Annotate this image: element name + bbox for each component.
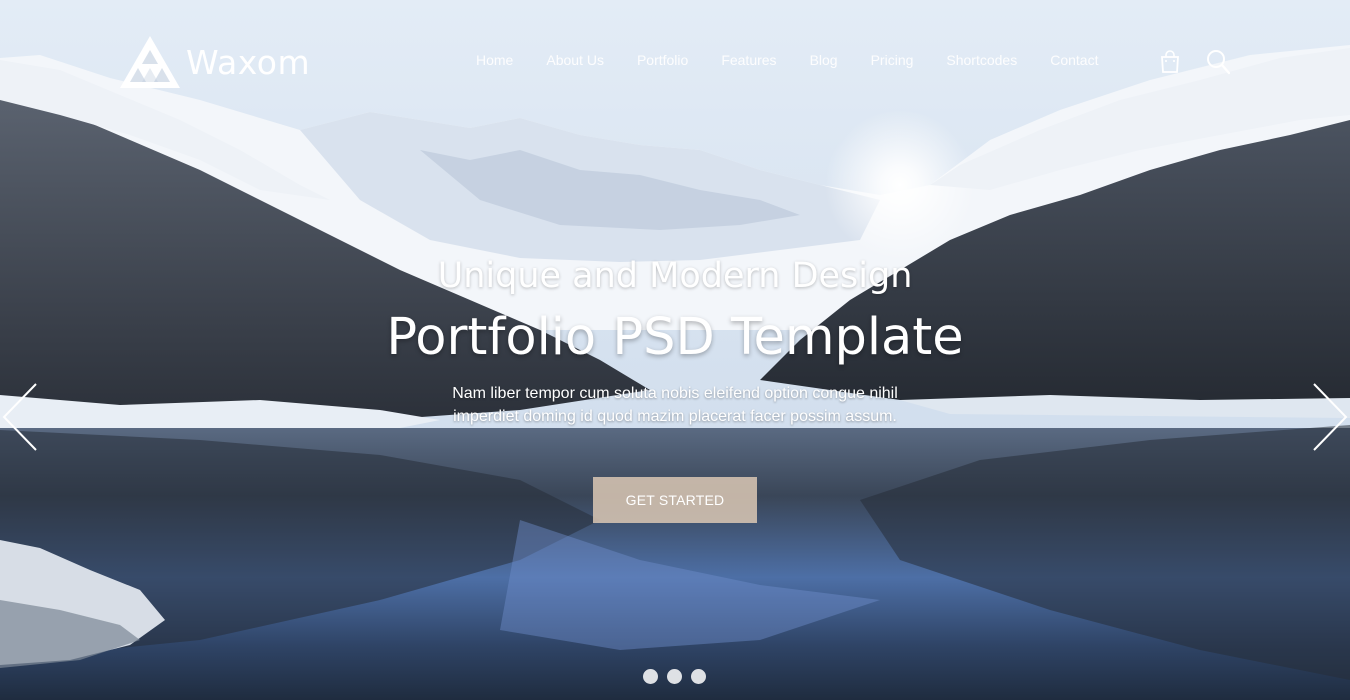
search-icon[interactable]	[1206, 49, 1230, 75]
chevron-right-icon[interactable]	[1310, 382, 1350, 452]
chevron-left-icon[interactable]	[0, 382, 40, 452]
slider-dot-2[interactable]	[667, 669, 682, 684]
nav-item-features[interactable]: Features	[721, 52, 776, 68]
hero-slider: Waxom Home About Us Portfolio Features B…	[0, 0, 1350, 700]
nav-item-blog[interactable]: Blog	[810, 52, 838, 68]
slider-dot-1[interactable]	[643, 669, 658, 684]
hero-description-line-1: Nam liber tempor cum soluta nobis eleife…	[452, 385, 898, 402]
logo[interactable]: Waxom	[120, 36, 310, 88]
brand-name: Waxom	[186, 42, 311, 82]
nav-item-home[interactable]: Home	[476, 52, 513, 68]
nav-item-contact[interactable]: Contact	[1050, 52, 1098, 68]
slider-dots	[643, 669, 706, 684]
nav-item-shortcodes[interactable]: Shortcodes	[946, 52, 1017, 68]
main-nav: Home About Us Portfolio Features Blog Pr…	[476, 52, 1098, 68]
hero-description-line-2: imperdiet doming id quod mazim placerat …	[453, 408, 897, 425]
nav-item-pricing[interactable]: Pricing	[871, 52, 914, 68]
slider-dot-3[interactable]	[691, 669, 706, 684]
nav-item-portfolio[interactable]: Portfolio	[637, 52, 688, 68]
shopping-bag-icon[interactable]	[1160, 50, 1180, 74]
hero-subtitle: Unique and Modern Design	[437, 256, 913, 296]
logo-triangle-icon	[120, 36, 180, 88]
hero-description: Nam liber tempor cum soluta nobis eleife…	[425, 382, 925, 428]
nav-item-about-us[interactable]: About Us	[546, 52, 604, 68]
hero-title: Portfolio PSD Template	[386, 308, 964, 367]
get-started-button[interactable]: GET STARTED	[593, 477, 757, 523]
